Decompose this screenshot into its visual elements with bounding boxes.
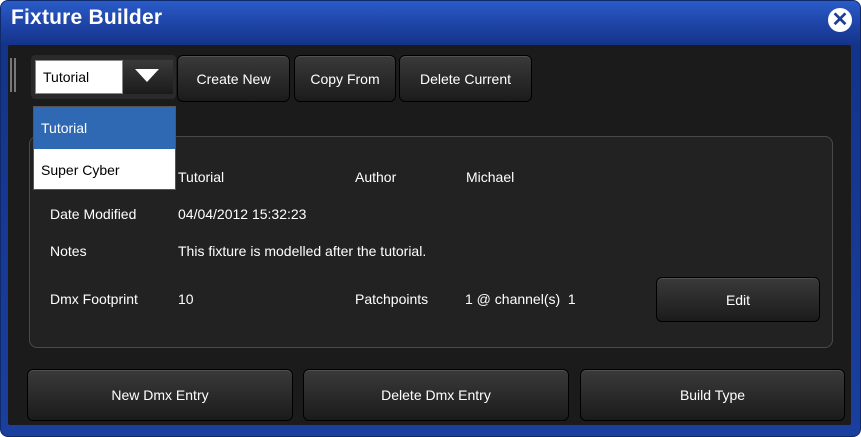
close-icon: ✕: [831, 8, 849, 31]
patchpoints-label: Patchpoints: [355, 291, 429, 307]
delete-dmx-entry-button[interactable]: Delete Dmx Entry: [303, 369, 569, 421]
fixture-dropdown-list: Tutorial Super Cyber: [33, 106, 176, 190]
chevron-down-icon[interactable]: [123, 60, 173, 94]
author-value: Michael: [466, 169, 515, 185]
date-modified-value: 04/04/2012 15:32:23: [178, 206, 307, 222]
delete-current-button[interactable]: Delete Current: [399, 55, 532, 102]
dmx-footprint-label: Dmx Footprint: [50, 291, 138, 307]
dropdown-option-super-cyber[interactable]: Super Cyber: [34, 149, 175, 191]
fixture-name-value: Tutorial: [178, 169, 225, 185]
fixture-selector-value[interactable]: Tutorial: [35, 60, 123, 94]
patchpoints-value: 1 @ channel(s) 1: [465, 291, 576, 307]
notes-value: This fixture is modelled after the tutor…: [178, 243, 427, 259]
close-button[interactable]: ✕: [828, 8, 852, 32]
author-label: Author: [355, 169, 397, 185]
toolbar-grip-handle[interactable]: [10, 58, 12, 92]
edit-patchpoints-button[interactable]: Edit: [656, 277, 820, 322]
create-new-button[interactable]: Create New: [177, 55, 290, 102]
date-modified-label: Date Modified: [50, 206, 137, 222]
build-type-button[interactable]: Build Type: [580, 369, 845, 421]
copy-from-button[interactable]: Copy From: [294, 55, 396, 102]
new-dmx-entry-button[interactable]: New Dmx Entry: [27, 369, 293, 421]
dropdown-option-tutorial[interactable]: Tutorial: [34, 107, 175, 149]
window-title: Fixture Builder: [11, 6, 163, 29]
notes-label: Notes: [50, 243, 87, 259]
dmx-footprint-value: 10: [178, 291, 194, 307]
